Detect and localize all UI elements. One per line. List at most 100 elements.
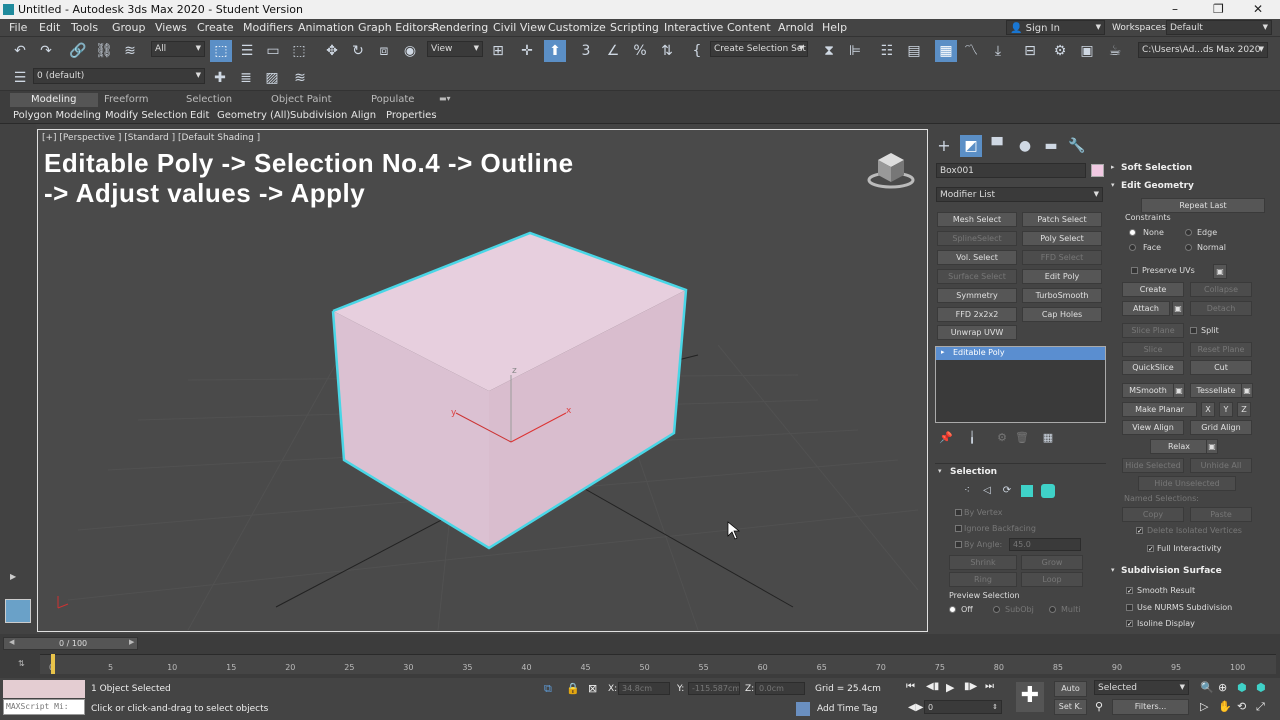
edit-poly-button[interactable]: Edit Poly [1022, 269, 1102, 284]
turbosmooth-button[interactable]: TurboSmooth [1022, 288, 1102, 303]
isoline-display-checkbox[interactable]: ✓ [1126, 620, 1133, 628]
hierarchy-panel-icon[interactable]: ▀ [986, 135, 1008, 157]
bind-space-warp-icon[interactable]: ≋ [119, 40, 141, 62]
loop-button[interactable]: Loop [1021, 572, 1083, 587]
constraint-none-radio[interactable] [1129, 229, 1136, 236]
motion-panel-icon[interactable]: ● [1014, 135, 1036, 157]
msmooth-button[interactable]: MSmooth [1122, 383, 1174, 398]
grow-button[interactable]: Grow [1021, 555, 1083, 570]
named-selection-set-dropdown[interactable]: Create Selection Set ▼ [710, 41, 808, 57]
unlink-icon[interactable]: ⛓ [93, 40, 115, 62]
minimize-button[interactable]: – [1172, 2, 1178, 16]
move-icon[interactable]: ✥ [321, 40, 343, 62]
edge-mode-icon[interactable]: ◁ [979, 483, 995, 499]
window-crossing-icon[interactable]: ⬚ [288, 40, 310, 62]
goto-end-icon[interactable]: ⏭ [985, 681, 994, 692]
zoom-extents-icon[interactable]: ⬢ [1237, 681, 1247, 694]
slice-button[interactable]: Slice [1122, 342, 1184, 357]
constraint-face-radio[interactable] [1129, 244, 1136, 251]
ignore-backfacing-checkbox[interactable] [955, 525, 962, 532]
constraint-edge-radio[interactable] [1185, 229, 1192, 236]
menu-animation[interactable]: Animation [298, 21, 354, 34]
menu-scripting[interactable]: Scripting [610, 21, 659, 34]
x-coordinate-field[interactable]: 34.8cm [618, 682, 670, 695]
collapse-button[interactable]: Collapse [1190, 282, 1252, 297]
make-planar-y-button[interactable]: Y [1219, 402, 1233, 417]
field-of-view-icon[interactable]: ▷ [1200, 700, 1208, 713]
menu-rendering[interactable]: Rendering [432, 21, 488, 34]
delete-isolated-checkbox[interactable]: ✓ [1136, 527, 1143, 535]
repeat-last-button[interactable]: Repeat Last [1141, 198, 1265, 213]
select-object-icon[interactable]: ⬚ [210, 40, 232, 62]
schematic-view-icon[interactable]: ⤓ [987, 40, 1009, 62]
tab-modeling[interactable]: Modeling [31, 94, 77, 105]
hide-selected-button[interactable]: Hide Selected [1122, 458, 1184, 473]
filters-button[interactable]: Filters... [1112, 699, 1189, 715]
poly-select-button[interactable]: Poly Select [1022, 231, 1102, 246]
menu-file[interactable]: File [9, 21, 27, 34]
preview-multi-radio[interactable] [1049, 606, 1056, 613]
goto-start-icon[interactable]: ⏮ [906, 681, 915, 692]
polygon-mode-icon[interactable] [1021, 485, 1033, 497]
reference-coordinate-dropdown[interactable]: View ▼ [427, 41, 483, 57]
render-setup-icon[interactable]: ⚙ [1049, 40, 1071, 62]
ribbon-properties[interactable]: Properties [386, 110, 437, 121]
zoom-icon[interactable]: 🔍 [1200, 681, 1214, 694]
y-coordinate-field[interactable]: -115.587cm [688, 682, 740, 695]
attach-button[interactable]: Attach [1122, 301, 1170, 316]
shrink-button[interactable]: Shrink [949, 555, 1017, 570]
edit-geometry-rollout-title[interactable]: Edit Geometry [1121, 181, 1194, 191]
align-icon[interactable]: ⊫ [844, 40, 866, 62]
create-panel-icon[interactable]: + [933, 135, 955, 157]
object-name-field[interactable]: Box001 [936, 163, 1086, 178]
rotate-icon[interactable]: ↻ [347, 40, 369, 62]
select-manipulate-icon[interactable]: ✛ [516, 40, 538, 62]
viewport-label[interactable]: [+] [Perspective ] [Standard ] [Default … [42, 133, 260, 143]
layers-icon[interactable]: ☰ [9, 67, 31, 89]
key-filters-icon[interactable]: ⚲ [1095, 700, 1103, 713]
tab-populate[interactable]: Populate [371, 94, 414, 105]
display-panel-icon[interactable]: ▬ [1040, 135, 1062, 157]
ribbon-options-icon[interactable]: ▬▾ [439, 94, 451, 103]
ffd-select-button[interactable]: FFD Select [1022, 250, 1102, 265]
soft-selection-rollout-title[interactable]: Soft Selection [1121, 163, 1192, 173]
material-editor-icon[interactable]: ⊟ [1019, 40, 1041, 62]
create-layer-icon[interactable]: ✚ [209, 67, 231, 89]
maxscript-listener-output[interactable] [3, 680, 85, 698]
paste-button[interactable]: Paste [1190, 507, 1252, 522]
tessellate-settings-icon[interactable]: ▣ [1241, 383, 1253, 398]
ribbon-edit[interactable]: Edit [190, 110, 209, 121]
link-icon[interactable]: 🔗 [67, 40, 89, 62]
collapse-selection-icon[interactable]: ▾ [938, 467, 942, 475]
workspace-dropdown[interactable]: Default ▼ [1166, 20, 1272, 35]
set-key-mode-button[interactable]: Set K. [1054, 699, 1087, 715]
menu-group[interactable]: Group [112, 21, 146, 34]
maximize-viewport-icon[interactable]: ⤢ [1256, 700, 1265, 714]
collapse-edit-geometry-icon[interactable]: ▾ [1111, 181, 1115, 189]
make-planar-button[interactable]: Make Planar [1122, 402, 1197, 417]
cut-button[interactable]: Cut [1190, 360, 1252, 375]
subdivision-surface-rollout-title[interactable]: Subdivision Surface [1121, 566, 1222, 576]
modify-panel-icon[interactable]: ◩ [960, 135, 982, 157]
time-tag-icon[interactable] [796, 702, 810, 716]
tab-object-paint[interactable]: Object Paint [271, 94, 332, 105]
redo-icon[interactable]: ↷ [35, 40, 57, 62]
unhide-all-button[interactable]: Unhide All [1190, 458, 1252, 473]
select-in-layer-icon[interactable]: ▨ [261, 67, 283, 89]
ribbon-geometry-all[interactable]: Geometry (All) [217, 110, 290, 121]
undo-icon[interactable]: ↶ [9, 40, 31, 62]
absolute-mode-icon[interactable]: ⊠ [588, 682, 597, 695]
pin-stack-icon[interactable]: 📌 [935, 427, 957, 449]
ribbon-modify-selection[interactable]: Modify Selection [105, 110, 187, 121]
smooth-result-checkbox[interactable]: ✓ [1126, 587, 1133, 595]
detach-button[interactable]: Detach [1190, 301, 1252, 316]
close-button[interactable]: ✕ [1253, 2, 1263, 16]
preserve-uvs-settings-icon[interactable]: ▣ [1213, 264, 1227, 279]
view-align-button[interactable]: View Align [1122, 420, 1184, 435]
collapse-subdivision-icon[interactable]: ▾ [1111, 566, 1115, 574]
angle-snap-icon[interactable]: ∠ [602, 40, 624, 62]
stack-item-editable-poly[interactable]: Editable Poly [936, 347, 1105, 360]
vol-select-button[interactable]: Vol. Select [937, 250, 1017, 265]
viewport-layout-thumbnail[interactable] [5, 599, 31, 623]
selection-rollout-title[interactable]: Selection [950, 467, 997, 477]
